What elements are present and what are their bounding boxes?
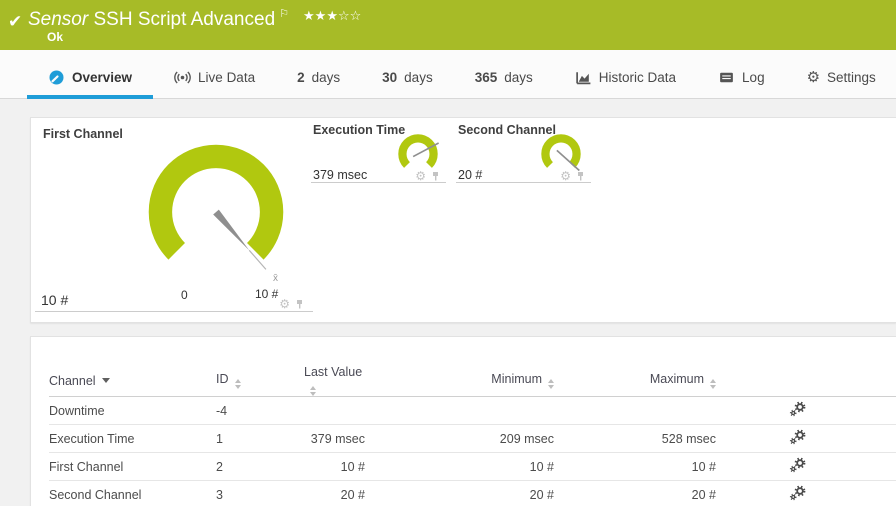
log-icon — [718, 70, 735, 85]
tab-365-days[interactable]: 365 days — [454, 56, 554, 98]
sort-icon — [548, 379, 554, 389]
channel-name: First Channel — [49, 452, 216, 481]
channel-id: 1 — [216, 424, 304, 453]
gauge-cell-first-channel: First Channel 0 10 # x̄ 10 # ⚙ — [35, 118, 313, 312]
tab-label: Overview — [72, 69, 133, 85]
column-header-maximum[interactable]: Maximum — [562, 365, 724, 397]
stars-empty[interactable]: ☆☆ — [338, 8, 361, 23]
sensor-name: SSH Script Advanced — [93, 9, 276, 30]
channel-last-value — [304, 396, 373, 425]
sort-icon — [234, 379, 241, 389]
channel-settings-icon[interactable] — [789, 485, 806, 501]
channels-table-panel: Channel ID Last Value Minimum Maximum Do… — [30, 336, 896, 506]
tab-live-data[interactable]: Live Data — [153, 56, 276, 98]
pin-icon[interactable] — [430, 171, 441, 182]
table-row: Execution Time 1 379 msec 209 msec 528 m… — [49, 424, 896, 453]
overview-content: First Channel 0 10 # x̄ 10 # ⚙ Execution… — [0, 99, 896, 506]
tab-label: days — [311, 69, 341, 85]
live-data-icon — [174, 70, 191, 85]
gauge-average-marker: x̄ — [273, 273, 278, 284]
sensor-status-header: ✔ Sensor SSH Script Advanced ⚐ ★★★☆☆ Ok — [0, 0, 896, 50]
tab-number: 365 — [474, 69, 498, 85]
channel-id: -4 — [216, 396, 304, 425]
sort-desc-icon — [101, 377, 110, 383]
channel-last-value: 20 # — [304, 480, 373, 506]
pin-icon[interactable] — [575, 171, 586, 182]
pin-icon[interactable] — [294, 299, 305, 310]
status-badge: Ok — [47, 30, 64, 44]
channel-gear-icon[interactable]: ⚙ — [560, 170, 571, 182]
channel-minimum: 20 # — [373, 480, 562, 506]
gauge-max-label: 10 # — [255, 287, 279, 301]
table-row: First Channel 2 10 # 10 # 10 # — [49, 452, 896, 481]
gauges-panel: First Channel 0 10 # x̄ 10 # ⚙ Execution… — [30, 117, 896, 323]
tab-number: 2 — [297, 69, 305, 85]
gauge-cell-execution-time: Execution Time 379 msec ⚙ — [311, 118, 446, 183]
channel-maximum: 20 # — [562, 480, 724, 506]
channel-minimum: 10 # — [373, 452, 562, 481]
tab-label: Log — [742, 69, 765, 85]
tab-label: Historic Data — [598, 69, 677, 85]
tab-historic-data[interactable]: Historic Data — [554, 56, 697, 98]
tab-30-days[interactable]: 30 days — [361, 56, 454, 98]
channel-gear-icon[interactable]: ⚙ — [415, 170, 426, 182]
gauge-value: 10 # — [41, 292, 69, 308]
channel-name: Second Channel — [49, 480, 216, 506]
channel-id: 3 — [216, 480, 304, 506]
table-row: Downtime -4 — [49, 396, 896, 425]
historic-chart-icon — [575, 70, 592, 85]
channel-id: 2 — [216, 452, 304, 481]
channel-maximum: 10 # — [562, 452, 724, 481]
channel-settings-icon[interactable] — [789, 401, 806, 417]
tab-overview[interactable]: Overview — [27, 56, 154, 99]
sort-icon — [310, 386, 316, 396]
channel-last-value: 10 # — [304, 452, 373, 481]
channel-maximum: 528 msec — [562, 424, 724, 453]
channel-gear-icon[interactable]: ⚙ — [279, 298, 290, 310]
channel-last-value: 379 msec — [304, 424, 373, 453]
tab-number: 30 — [382, 69, 398, 85]
gauge-title: Execution Time — [313, 123, 406, 137]
tab-label: Live Data — [198, 69, 256, 85]
sensor-type-label: Sensor — [28, 9, 89, 30]
table-header-row: Channel ID Last Value Minimum Maximum — [49, 365, 896, 397]
channel-name: Downtime — [49, 396, 216, 425]
gauge-icon — [48, 69, 65, 86]
channel-maximum — [562, 396, 724, 425]
first-channel-gauge — [148, 144, 284, 270]
gauge-min-label: 0 — [181, 288, 188, 302]
column-header-last-value[interactable]: Last Value — [304, 365, 373, 397]
gauge-title: First Channel — [43, 127, 123, 141]
ok-check-icon: ✔ — [8, 12, 23, 31]
gauge-value: 379 msec — [313, 168, 368, 182]
tab-label: days — [404, 69, 433, 85]
page-title: Sensor SSH Script Advanced ⚐ ★★★☆☆ — [28, 7, 361, 31]
stars-filled[interactable]: ★★★ — [303, 8, 338, 23]
channel-settings-icon[interactable] — [789, 429, 806, 445]
channel-settings-icon[interactable] — [789, 457, 806, 473]
column-header-actions — [724, 365, 814, 397]
channel-name: Execution Time — [49, 424, 216, 453]
priority-stars[interactable]: ★★★☆☆ — [303, 8, 361, 23]
sensor-tab-bar: Overview Live Data 2 days 30 days 365 da… — [0, 50, 896, 99]
column-header-id[interactable]: ID — [216, 365, 304, 397]
column-header-channel[interactable]: Channel — [49, 365, 216, 397]
channel-minimum: 209 msec — [373, 424, 562, 453]
table-row: Second Channel 3 20 # 20 # 20 # — [49, 480, 896, 506]
tab-label: days — [504, 69, 533, 85]
column-header-minimum[interactable]: Minimum — [373, 365, 562, 397]
flag-icon: ⚐ — [279, 8, 290, 20]
tab-2-days[interactable]: 2 days — [276, 56, 361, 98]
tab-settings[interactable]: ⚙ Settings — [786, 56, 896, 98]
channel-minimum — [373, 396, 562, 425]
gauge-cell-second-channel: Second Channel 20 # ⚙ — [456, 118, 591, 183]
gear-icon: ⚙ — [806, 68, 821, 86]
channels-table: Channel ID Last Value Minimum Maximum Do… — [49, 365, 896, 506]
sort-icon — [710, 379, 716, 389]
tab-log[interactable]: Log — [697, 56, 786, 98]
tab-label: Settings — [827, 69, 876, 85]
gauge-value: 20 # — [458, 168, 483, 182]
